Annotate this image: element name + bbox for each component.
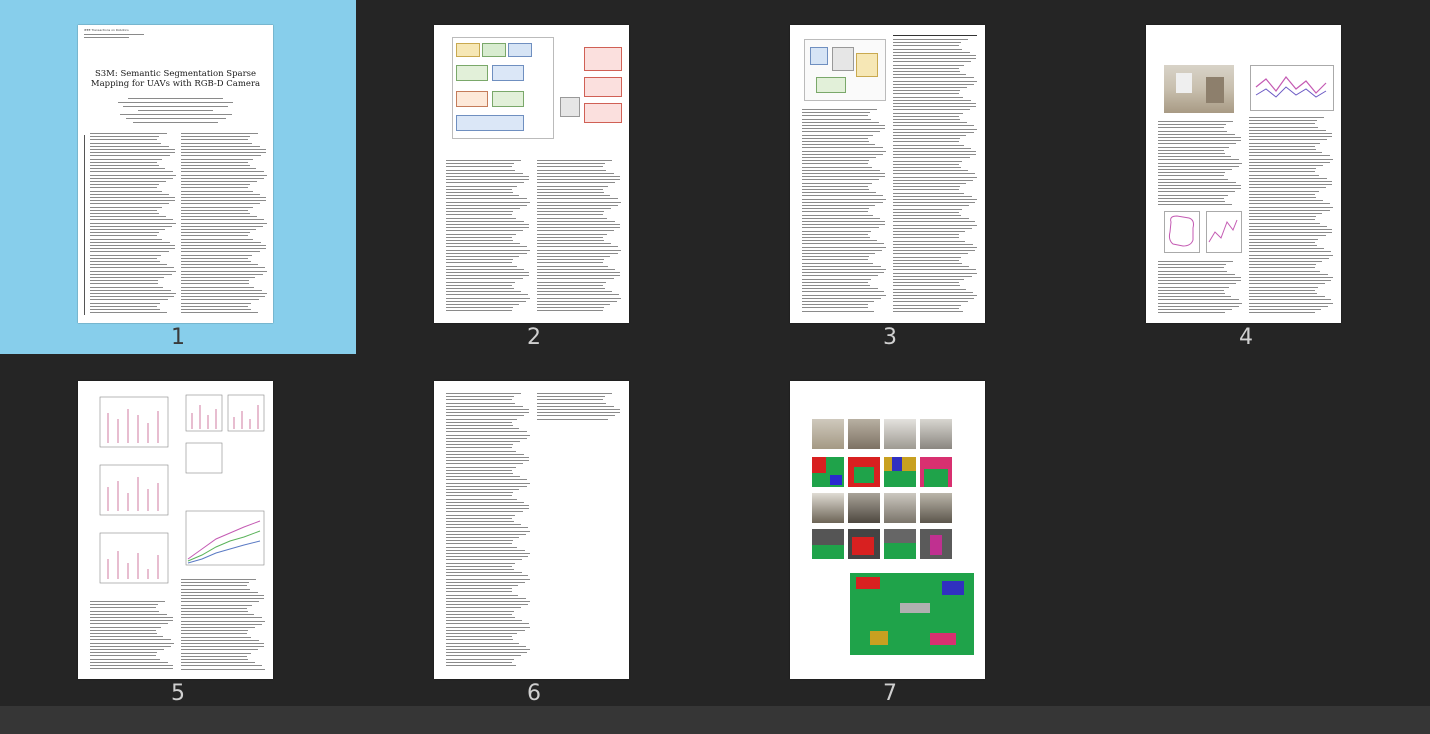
page-number: 2 <box>527 325 541 350</box>
page-thumbnail-1[interactable]: IEEE Transactions on Robotics S3M: Seman… <box>0 0 356 354</box>
status-bar <box>0 706 1430 734</box>
page-number: 5 <box>171 681 185 706</box>
page-preview: IEEE Transactions on Robotics S3M: Seman… <box>78 25 273 323</box>
thumbnail-grid: IEEE Transactions on Robotics S3M: Seman… <box>0 0 1430 706</box>
page-thumbnail-5[interactable]: 5 <box>0 356 356 710</box>
page-number: 3 <box>883 325 897 350</box>
page-number: 6 <box>527 681 541 706</box>
page-number: 7 <box>883 681 897 706</box>
page-thumbnail-2[interactable]: 2 <box>356 0 712 354</box>
page-thumbnail-7[interactable]: 7 <box>712 356 1068 710</box>
page-thumbnail-3[interactable]: 3 <box>712 0 1068 354</box>
page-thumbnail-4[interactable]: 4 <box>1068 0 1424 354</box>
page-header-text: IEEE Transactions on Robotics <box>84 28 129 32</box>
page-thumbnail-6[interactable]: 6 <box>356 356 712 710</box>
page-preview <box>790 381 985 679</box>
page-preview <box>1146 25 1341 323</box>
page-number: 4 <box>1239 325 1253 350</box>
page-preview <box>78 381 273 679</box>
page-preview <box>434 25 629 323</box>
page-preview <box>790 25 985 323</box>
page-preview <box>434 381 629 679</box>
paper-title: S3M: Semantic Segmentation Sparse Mappin… <box>90 69 261 89</box>
page-number: 1 <box>171 325 185 350</box>
